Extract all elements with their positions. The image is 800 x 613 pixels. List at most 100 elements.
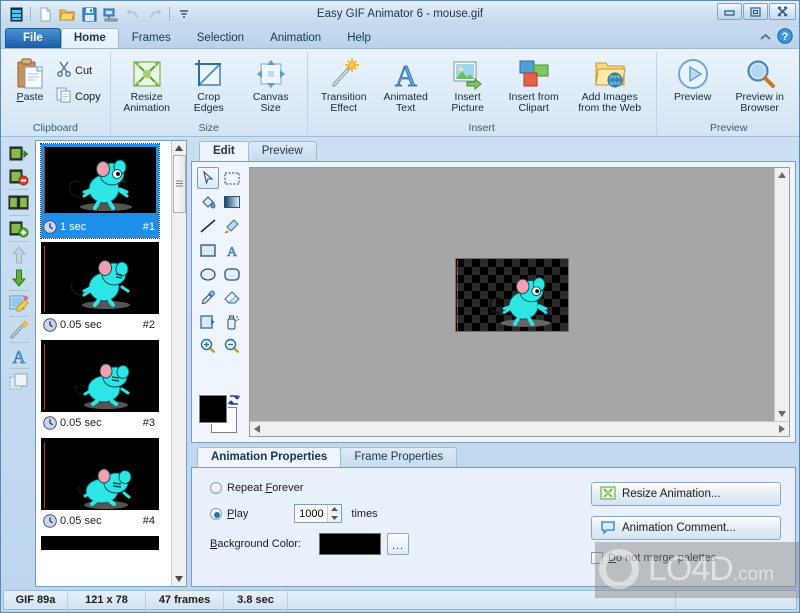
canvas-scroll-left-button[interactable]: [250, 422, 264, 436]
frames-scrollbar-thumb[interactable]: [173, 155, 186, 213]
copy-button[interactable]: Copy: [54, 85, 105, 108]
frame-thumbnail-4[interactable]: 0.05 sec #4: [41, 438, 159, 532]
rounded-rectangle-tool[interactable]: [221, 263, 243, 285]
animation-comment-button[interactable]: Animation Comment...: [591, 516, 781, 540]
move-frame-down-icon[interactable]: [6, 266, 32, 289]
play-count-stepper[interactable]: [294, 504, 343, 523]
tab-home[interactable]: Home: [60, 28, 119, 48]
foreground-color-swatch[interactable]: [199, 395, 227, 423]
paint-bucket-tool[interactable]: [197, 191, 219, 213]
repeat-forever-radio[interactable]: [210, 482, 222, 494]
undo-icon[interactable]: [123, 4, 143, 24]
frames-scrollbar[interactable]: [171, 141, 186, 586]
close-button[interactable]: [769, 3, 796, 20]
play-count-increment[interactable]: [328, 505, 342, 514]
export-icon[interactable]: [101, 4, 121, 24]
paste-button[interactable]: Paste: [6, 55, 54, 105]
insert-frame-icon[interactable]: [6, 217, 32, 240]
tab-frames[interactable]: Frames: [119, 28, 184, 48]
edit-frame-icon[interactable]: [6, 292, 32, 315]
scroll-down-button[interactable]: [172, 572, 186, 586]
canvas-scroll-down-button[interactable]: [775, 407, 789, 421]
repeat-forever-row[interactable]: Repeat Forever: [210, 482, 591, 494]
minimize-ribbon-icon[interactable]: [759, 31, 772, 45]
copy-frames-icon[interactable]: [6, 370, 32, 393]
transition-effect-button[interactable]: Transition Effect: [313, 55, 375, 116]
scroll-up-button[interactable]: [172, 141, 186, 155]
gif-canvas[interactable]: [455, 257, 569, 332]
line-tool[interactable]: [197, 215, 219, 237]
resize-animation-button[interactable]: Resize Animation: [116, 55, 178, 116]
zoom-out-tool[interactable]: [221, 335, 243, 357]
tab-frame-properties[interactable]: Frame Properties: [340, 447, 458, 467]
do-not-merge-palettes-row[interactable]: Do not merge palettes: [591, 552, 781, 564]
minimize-button[interactable]: [717, 3, 742, 20]
rectangle-tool[interactable]: [197, 239, 219, 261]
play-count-input[interactable]: [295, 505, 328, 522]
new-icon[interactable]: [35, 4, 55, 24]
select-arrow-tool[interactable]: [197, 167, 219, 189]
play-radio[interactable]: [210, 507, 222, 520]
spray-tool[interactable]: [221, 311, 243, 333]
add-images-from-web-button[interactable]: Add Images from the Web: [569, 55, 651, 116]
frame-thumbnail-3[interactable]: 0.05 sec #3: [41, 340, 159, 434]
do-not-merge-checkbox[interactable]: [591, 552, 603, 564]
canvas-vscroll-track[interactable]: [775, 182, 789, 407]
customize-icon[interactable]: [174, 4, 194, 24]
frame-thumbnail-2[interactable]: 0.05 sec #2: [41, 242, 159, 336]
tab-file[interactable]: File: [5, 28, 61, 48]
background-color-preview[interactable]: [319, 533, 382, 555]
brush-tool[interactable]: [221, 215, 243, 237]
ribbon-tab-bar: File Home Frames Selection Animation Hel…: [1, 27, 799, 48]
tab-edit[interactable]: Edit: [199, 141, 249, 161]
frame-thumbnail-5[interactable]: [41, 536, 159, 550]
tab-preview[interactable]: Preview: [247, 141, 317, 161]
duplicate-frames-icon[interactable]: [6, 191, 32, 214]
delete-frame-icon[interactable]: [6, 165, 32, 188]
canvas-hscroll-track[interactable]: [264, 422, 775, 436]
text-icon[interactable]: A: [6, 344, 32, 367]
tab-animation-properties[interactable]: Animation Properties: [197, 447, 342, 467]
gradient-tool[interactable]: [221, 191, 243, 213]
tab-animation[interactable]: Animation: [257, 28, 334, 48]
swap-colors-icon[interactable]: [227, 393, 241, 410]
canvas-scroll-up-button[interactable]: [775, 168, 789, 182]
frames-scrollbar-track[interactable]: [172, 213, 186, 572]
move-frame-up-icon[interactable]: [6, 243, 32, 266]
save-icon[interactable]: [79, 4, 99, 24]
ellipse-tool[interactable]: [197, 263, 219, 285]
text-tool[interactable]: A: [221, 239, 243, 261]
magic-wand-icon[interactable]: [6, 318, 32, 341]
insert-from-clipart-button[interactable]: Insert from Clipart: [499, 55, 569, 116]
marquee-select-tool[interactable]: [221, 167, 243, 189]
tab-help[interactable]: Help: [334, 28, 384, 48]
canvas-horizontal-scrollbar[interactable]: [250, 421, 789, 436]
preview-button[interactable]: Preview: [662, 55, 724, 105]
canvas-vertical-scrollbar[interactable]: [774, 168, 789, 421]
add-frame-icon[interactable]: [6, 142, 32, 165]
insert-picture-button[interactable]: Insert Picture: [437, 55, 499, 116]
canvas-area[interactable]: [250, 168, 774, 421]
canvas-scroll-right-button[interactable]: [775, 422, 789, 436]
open-icon[interactable]: [57, 4, 77, 24]
animated-text-button[interactable]: A Animated Text: [375, 55, 437, 116]
help-icon[interactable]: ?: [777, 28, 793, 47]
play-count-decrement[interactable]: [328, 513, 342, 522]
background-color-browse-button[interactable]: ...: [387, 533, 410, 555]
resize-animation-button[interactable]: Resize Animation...: [591, 482, 781, 506]
eyedropper-tool[interactable]: [197, 287, 219, 309]
frames-panel[interactable]: 1 sec #1 0.05 sec #2 0.05 sec #3 0.05 se…: [35, 140, 187, 587]
eraser-tool[interactable]: [221, 287, 243, 309]
preview-in-browser-button[interactable]: Preview in Browser: [724, 55, 796, 116]
crop-edges-button[interactable]: Crop Edges: [178, 55, 240, 116]
redo-icon[interactable]: [145, 4, 165, 24]
app-icon[interactable]: [6, 4, 26, 24]
cut-button[interactable]: Cut: [54, 59, 105, 82]
canvas-size-button[interactable]: Canvas Size: [240, 55, 302, 116]
transparency-tool[interactable]: [197, 311, 219, 333]
frame-thumbnail-1[interactable]: 1 sec #1: [40, 143, 160, 239]
play-count-spin-buttons[interactable]: [327, 505, 342, 522]
zoom-in-tool[interactable]: [197, 335, 219, 357]
tab-selection[interactable]: Selection: [184, 28, 257, 48]
restore-button[interactable]: [743, 3, 768, 20]
